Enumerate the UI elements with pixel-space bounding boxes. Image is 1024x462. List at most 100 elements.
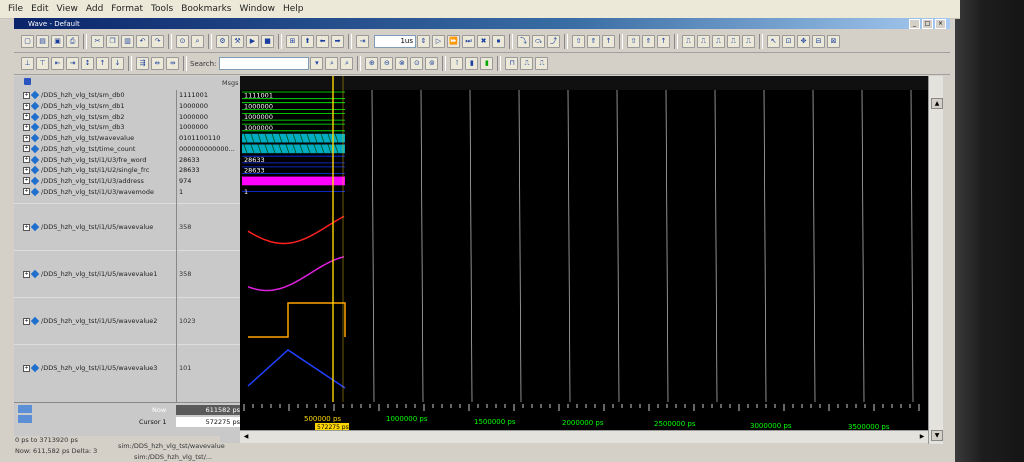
wave-tab[interactable]: sim:/DDS_hzh_vlg_tst/wavevalue [118, 442, 225, 450]
simulate-icon[interactable]: ▶ [246, 35, 259, 48]
arrow-up-5-icon[interactable]: ⇑ [642, 35, 655, 48]
signal-row[interactable]: + /DDS_hzh_vlg_tst/sm_db1 [14, 101, 176, 112]
step-back-icon[interactable]: ⬅ [316, 35, 329, 48]
format-black-icon[interactable]: ▮ [465, 57, 479, 70]
wave-edit-5-icon[interactable]: ⎍ [742, 35, 755, 48]
step-out-icon[interactable]: ⤴ [547, 35, 560, 48]
analog-signal-row[interactable]: + /DDS_hzh_vlg_tst/i1/U5/wavevalue1 [14, 250, 176, 297]
wave-canvas[interactable]: 1111001 1000000 1000000 1000000 28633 28633 1 [240, 76, 928, 402]
wave-step-icon[interactable]: ⊓ [505, 57, 519, 70]
signal-row[interactable]: + /DDS_hzh_vlg_tst/i1/U3/fre_word [14, 154, 176, 165]
menu-add[interactable]: Add [86, 4, 103, 14]
expand-icon[interactable]: + [23, 134, 30, 142]
expand-icon[interactable]: + [23, 188, 30, 196]
step-up-icon[interactable]: ⬆ [301, 35, 314, 48]
break-icon[interactable]: ■ [261, 35, 274, 48]
run-icon[interactable]: ▷ [432, 35, 445, 48]
edge-fall-icon[interactable]: ↓ [111, 57, 124, 70]
redo-icon[interactable]: ↷ [151, 35, 164, 48]
new-file-icon[interactable]: ▢ [21, 35, 34, 48]
expand-icon[interactable]: + [23, 91, 30, 99]
expand-icon[interactable]: + [23, 123, 30, 131]
run-all-icon[interactable]: ⏭ [462, 35, 475, 48]
menu-edit[interactable]: Edit [31, 4, 48, 14]
wave-edit-4-icon[interactable]: ⎍ [727, 35, 740, 48]
run-length-icon[interactable]: ⇥ [356, 35, 369, 48]
add-divider-icon[interactable]: ⊤ [36, 57, 49, 70]
analog-signal-row[interactable]: + /DDS_hzh_vlg_tst/i1/U5/wavevalue [14, 203, 176, 250]
continue-icon[interactable]: ⏩ [447, 35, 460, 48]
format-green-icon[interactable]: ▮ [480, 57, 494, 70]
maximize-icon[interactable]: □ [922, 18, 933, 29]
expand-icon[interactable]: + [23, 317, 30, 325]
cursor-add-icon[interactable]: ⇶ [136, 57, 149, 70]
cut-icon[interactable]: ✂ [91, 35, 104, 48]
arrow-up-6-icon[interactable]: ↑ [657, 35, 670, 48]
scroll-left-icon[interactable]: ◀ [242, 432, 250, 441]
vertical-scrollbar[interactable]: ▲ ▼ [928, 76, 943, 444]
signal-row[interactable]: + /DDS_hzh_vlg_tst/i1/U2/single_frc [14, 165, 176, 176]
arrow-up-icon[interactable]: ⇧ [572, 35, 585, 48]
arrow-up-3-icon[interactable]: ↑ [602, 35, 615, 48]
expand-icon[interactable]: + [23, 102, 30, 110]
paste-icon[interactable]: ▥ [121, 35, 134, 48]
minimize-icon[interactable]: _ [909, 18, 920, 29]
edge-next-icon[interactable]: ⇥ [66, 57, 79, 70]
time-ruler[interactable]: 500000 ps 572275 ps 1000000 ps 1500000 ps 20… [240, 402, 928, 431]
signal-row[interactable]: + /DDS_hzh_vlg_tst/sm_db2 [14, 111, 176, 122]
scroll-up-icon[interactable]: ▲ [931, 98, 943, 109]
cursor-lock-icon[interactable]: ⇸ [166, 57, 179, 70]
search-input[interactable] [219, 57, 310, 70]
zoom-mode-icon[interactable]: ⊡ [782, 35, 795, 48]
expand-icon[interactable]: + [23, 156, 30, 164]
wave-edit-icon[interactable]: ⎍ [682, 35, 695, 48]
cursor-del-icon[interactable]: ⇷ [151, 57, 164, 70]
signal-row[interactable]: + /DDS_hzh_vlg_tst/i1/U3/wavemode [14, 186, 176, 197]
print-icon[interactable]: ⎙ [66, 35, 79, 48]
zoom-full-icon[interactable]: ⊗ [395, 57, 409, 70]
restart-icon[interactable]: ⊙ [176, 35, 189, 48]
arrow-up-2-icon[interactable]: ⇑ [587, 35, 600, 48]
expand-icon[interactable]: + [23, 177, 30, 185]
arrow-up-4-icon[interactable]: ⇧ [627, 35, 640, 48]
step-over-icon[interactable]: ⤼ [532, 35, 545, 48]
zoom-out-icon[interactable]: ⊖ [380, 57, 394, 70]
open-folder-icon[interactable]: ▤ [36, 35, 49, 48]
wave-display[interactable]: 1111001 1000000 1000000 1000000 28633 28633 1 [240, 76, 928, 402]
menu-help[interactable]: Help [283, 4, 304, 14]
stop-icon[interactable]: ⏹ [492, 35, 505, 48]
menu-window[interactable]: Window [239, 4, 275, 14]
signal-row[interactable]: + /DDS_hzh_vlg_tst/i1/U3/address [14, 176, 176, 187]
menu-format[interactable]: Format [111, 4, 143, 14]
search-dropdown-icon[interactable]: ▾ [310, 57, 324, 70]
analog-signal-row[interactable]: + /DDS_hzh_vlg_tst/i1/U5/wavevalue2 [14, 297, 176, 344]
edge-any-icon[interactable]: ↕ [81, 57, 94, 70]
signal-row[interactable]: + /DDS_hzh_vlg_tst/time_count [14, 144, 176, 155]
zoom-in-icon[interactable]: ⊕ [365, 57, 379, 70]
expand-icon[interactable]: + [23, 145, 30, 153]
horizontal-scrollbar[interactable]: ◀ ▶ [240, 430, 928, 443]
save-icon[interactable]: ▣ [51, 35, 64, 48]
wave-square-icon[interactable]: ⎍ [535, 57, 549, 70]
zoom-range-icon[interactable]: ⊚ [425, 57, 439, 70]
format-text-icon[interactable]: ⊺ [450, 57, 464, 70]
zoom-cursor-icon[interactable]: ⊙ [410, 57, 424, 70]
step-forward-icon[interactable]: ➡ [331, 35, 344, 48]
menu-tools[interactable]: Tools [151, 4, 173, 14]
expand-icon[interactable]: + [23, 364, 30, 372]
cursor-add-icon[interactable] [18, 415, 32, 423]
copy-icon[interactable]: ❐ [106, 35, 119, 48]
signal-row[interactable]: + /DDS_hzh_vlg_tst/sm_db3 [14, 122, 176, 133]
menu-view[interactable]: View [57, 4, 78, 14]
wave-edit-2-icon[interactable]: ⎍ [697, 35, 710, 48]
edge-rise-icon[interactable]: ↑ [96, 57, 109, 70]
expand-icon[interactable]: + [23, 270, 30, 278]
analog-signal-row[interactable]: + /DDS_hzh_vlg_tst/i1/U5/wavevalue3 [14, 344, 176, 391]
add-wave-icon[interactable]: ⊥ [21, 57, 34, 70]
compile-all-icon[interactable]: ⚒ [231, 35, 244, 48]
insert-icon[interactable]: ⊞ [286, 35, 299, 48]
search-forward-icon[interactable]: ⌕ [325, 57, 339, 70]
menu-file[interactable]: File [8, 4, 23, 14]
step-icon[interactable]: ⤵ [517, 35, 530, 48]
cursor-toolbar-icon[interactable] [18, 405, 32, 413]
